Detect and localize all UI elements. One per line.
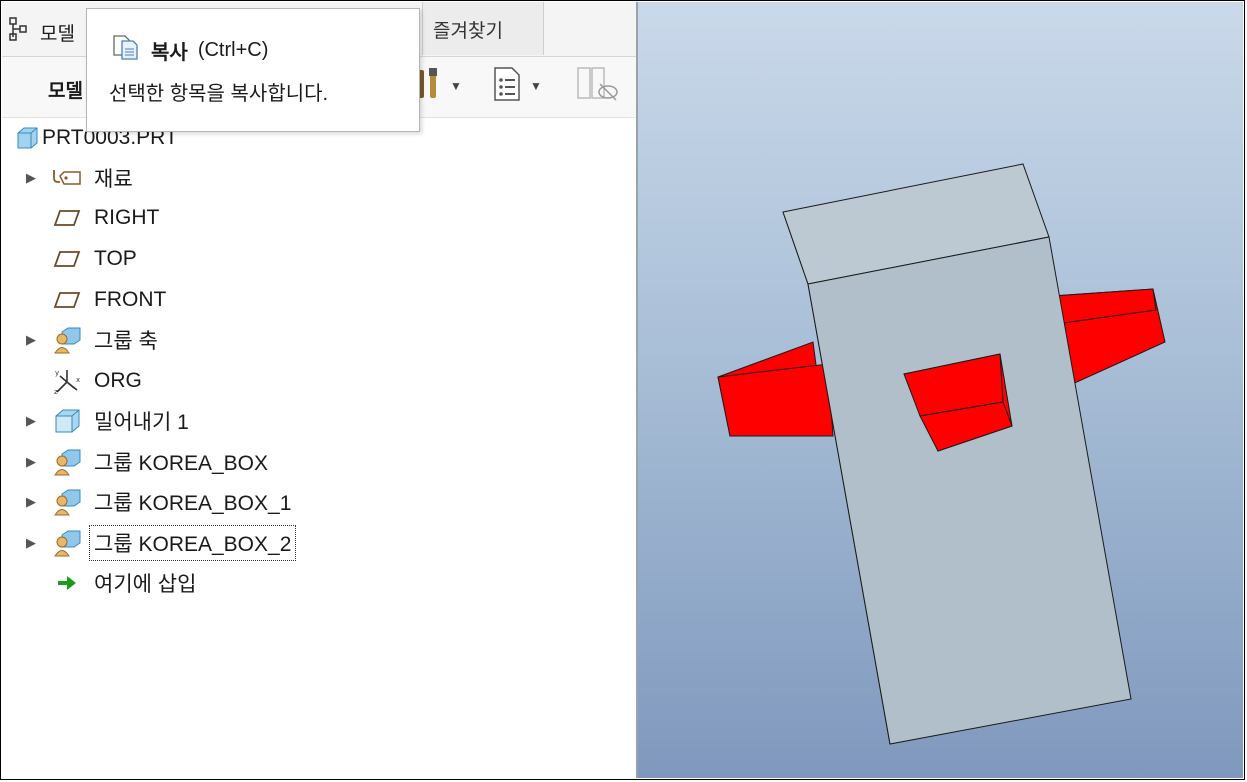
extrude-icon — [52, 406, 82, 436]
tree-item-label: 재료 — [94, 168, 133, 191]
tree-item-label: 그룹 KOREA_BOX_2 — [88, 525, 297, 561]
toolbar-label: 모델 — [48, 81, 83, 102]
tree-item-org[interactable]: y x z ORG — [2, 363, 636, 399]
chevron-down-icon[interactable]: ▼ — [450, 79, 462, 93]
tooltip-title: 복사 (Ctrl+C) — [111, 33, 268, 67]
tab-model-label: 모델 — [40, 23, 75, 45]
hide-button[interactable] — [576, 65, 620, 107]
tree-item-group-korea-box[interactable]: ▶ 그룹 KOREA_BOX — [2, 444, 636, 480]
settings-button[interactable]: ▼ — [414, 65, 462, 107]
copy-tooltip: 복사 (Ctrl+C) 선택한 항목을 복사합니다. — [86, 8, 420, 132]
group-icon — [52, 528, 82, 558]
group-icon — [52, 487, 82, 517]
tab-favorites[interactable]: 즐겨찾기 — [422, 2, 544, 55]
model-tree-icon — [8, 16, 30, 48]
tree-item-group-korea-box-2[interactable]: ▶ 그룹 KOREA_BOX_2 — [2, 525, 636, 561]
expand-arrow-icon[interactable]: ▶ — [24, 454, 38, 470]
tree-item-group-axis[interactable]: ▶ 그룹 축 — [2, 322, 636, 358]
tree-item-label: RIGHT — [94, 206, 160, 229]
material-tag-icon — [52, 163, 82, 193]
svg-text:y: y — [55, 369, 59, 377]
group-icon — [52, 447, 82, 477]
tooltip-command: 복사 — [151, 41, 188, 64]
tree-item-front-plane[interactable]: FRONT — [2, 282, 636, 318]
insert-here-arrow-icon — [52, 568, 82, 598]
tooltip-description: 선택한 항목을 복사합니다. — [109, 83, 329, 105]
tree-item-label: 그룹 축 — [94, 330, 158, 353]
tree-item-material[interactable]: ▶ 재료 — [2, 160, 636, 196]
group-icon — [52, 325, 82, 355]
datum-plane-icon — [52, 244, 82, 274]
left-wing-front — [717, 363, 834, 437]
expand-arrow-icon[interactable]: ▶ — [24, 494, 38, 510]
tree-item-group-korea-box-1[interactable]: ▶ 그룹 KOREA_BOX_1 — [2, 484, 636, 520]
tree-item-insert-here[interactable]: 여기에 삽입 — [2, 565, 636, 601]
svg-text:x: x — [76, 376, 80, 384]
chevron-down-icon[interactable]: ▼ — [530, 79, 542, 93]
expand-arrow-icon[interactable]: ▶ — [24, 413, 38, 429]
show-list-icon — [492, 66, 522, 107]
copy-icon — [111, 33, 141, 67]
model-tree-panel: 모델 즐겨찾기 모델 ▼ ▼ PRT0003.PRT ▶ 재료 RIGHT TO… — [2, 2, 636, 778]
tree-item-label: TOP — [94, 247, 137, 270]
hide-icon — [576, 64, 620, 109]
tree-item-right-plane[interactable]: RIGHT — [2, 200, 636, 236]
datum-plane-icon — [52, 203, 82, 233]
tab-model[interactable]: 모델 — [8, 16, 75, 48]
graphics-viewport[interactable] — [638, 2, 1243, 778]
part-icon — [12, 123, 42, 153]
tooltip-shortcut: (Ctrl+C) — [197, 38, 269, 61]
tree-item-label: FRONT — [94, 288, 167, 311]
model-3d-view — [717, 163, 1166, 745]
tab-favorites-label: 즐겨찾기 — [433, 21, 503, 42]
tree-item-label: 여기에 삽입 — [94, 573, 197, 596]
tree-item-extrude[interactable]: ▶ 밀어내기 1 — [2, 403, 636, 439]
datum-plane-icon — [52, 285, 82, 315]
svg-text:z: z — [54, 388, 58, 396]
show-button[interactable]: ▼ — [492, 65, 542, 107]
tree-item-top-plane[interactable]: TOP — [2, 241, 636, 277]
tree-item-label: ORG — [94, 369, 142, 392]
coordinate-system-icon: y x z — [52, 366, 82, 396]
expand-arrow-icon[interactable]: ▶ — [24, 332, 38, 348]
expand-arrow-icon[interactable]: ▶ — [24, 170, 38, 186]
tree-item-label: 그룹 KOREA_BOX_1 — [94, 492, 292, 515]
tree-item-label: 그룹 KOREA_BOX — [94, 452, 269, 475]
tree-item-label: 밀어내기 1 — [94, 411, 189, 434]
expand-arrow-icon[interactable]: ▶ — [24, 535, 38, 551]
